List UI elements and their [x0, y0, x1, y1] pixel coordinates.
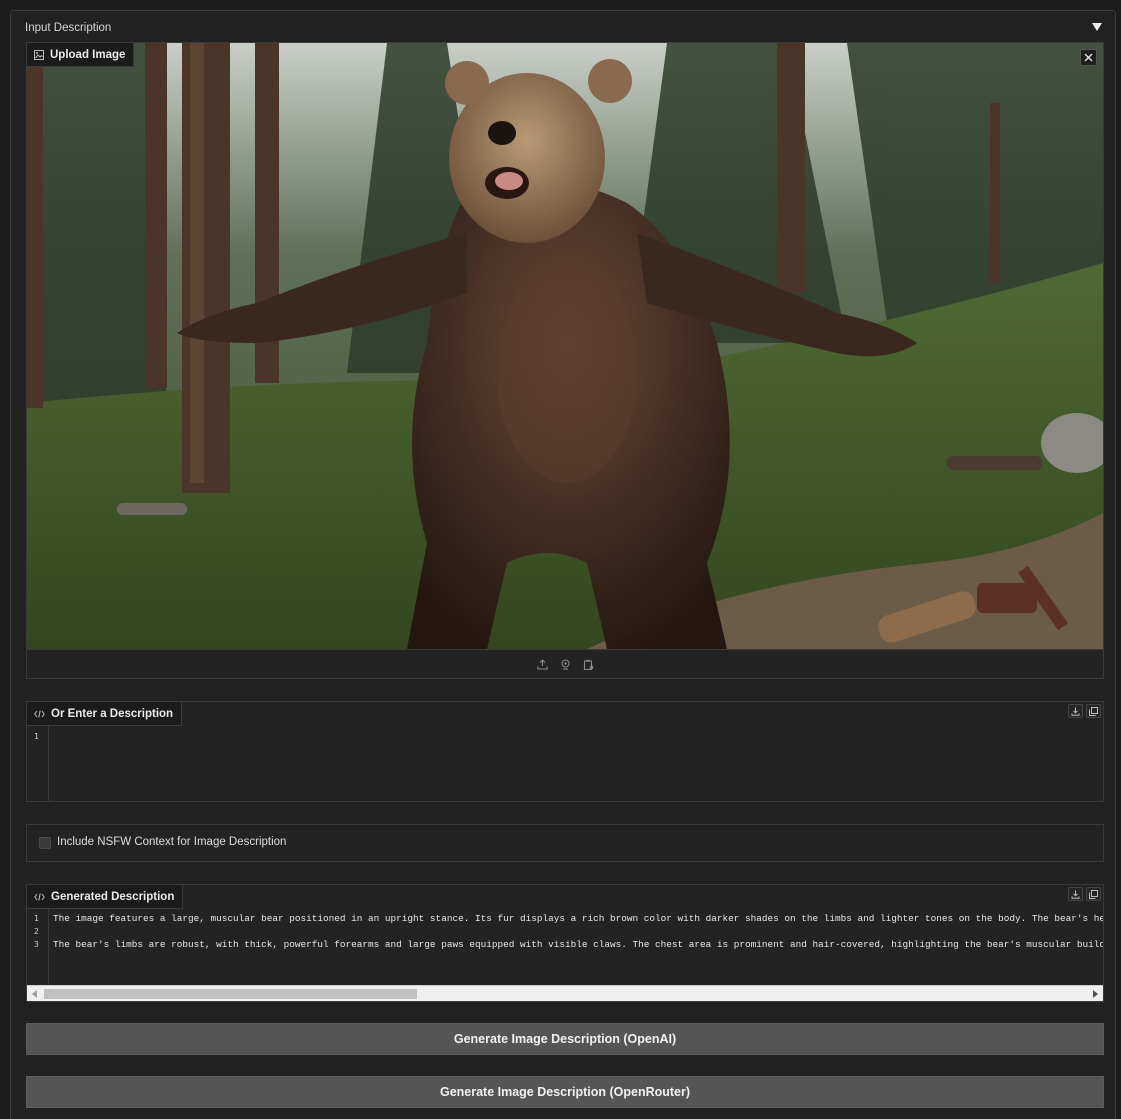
line-gutter: 1 2 3	[27, 909, 49, 985]
clipboard-icon[interactable]	[582, 658, 595, 671]
copy-icon[interactable]	[1086, 704, 1101, 718]
generate-openai-button[interactable]: Generate Image Description (OpenAI)	[26, 1023, 1104, 1055]
image-upload[interactable]: Upload Image	[26, 42, 1104, 679]
upload-image-label: Upload Image	[27, 43, 135, 67]
code-icon	[34, 892, 45, 901]
line-number: 1	[34, 914, 39, 923]
description-label: Or Enter a Description	[27, 702, 183, 726]
generated-line: The image features a large, muscular bea…	[53, 913, 1103, 924]
image-icon	[34, 49, 44, 60]
nsfw-checkbox-row[interactable]: Include NSFW Context for Image Descripti…	[26, 824, 1104, 862]
horizontal-scrollbar[interactable]	[27, 985, 1103, 1001]
description-label-text: Or Enter a Description	[51, 707, 174, 720]
upload-icon[interactable]	[536, 658, 549, 671]
scrollbar-thumb[interactable]	[44, 989, 417, 999]
copy-icon[interactable]	[1086, 887, 1101, 901]
webcam-icon[interactable]	[559, 658, 572, 671]
code-icon	[34, 709, 45, 718]
line-number: 1	[34, 732, 39, 741]
image-source-toolbar	[27, 649, 1103, 678]
accordion-title[interactable]: Input Description	[25, 22, 111, 34]
description-code-editor[interactable]: 1 Or Enter a Description	[26, 701, 1104, 802]
scroll-right-arrow-icon[interactable]	[1093, 990, 1098, 998]
uploaded-image	[27, 43, 1103, 649]
upload-image-label-text: Upload Image	[50, 48, 126, 61]
generate-openrouter-button[interactable]: Generate Image Description (OpenRouter)	[26, 1076, 1104, 1108]
generated-description-label-text: Generated Description	[51, 890, 175, 903]
description-text-area[interactable]	[50, 726, 1103, 801]
line-number: 3	[34, 940, 39, 949]
line-number: 2	[34, 927, 39, 936]
description-actions	[1068, 704, 1101, 718]
line-gutter: 1	[27, 726, 49, 801]
input-description-accordion: Input Description Upload Image 1 Or Ente…	[10, 10, 1116, 1119]
nsfw-checkbox[interactable]	[39, 837, 51, 849]
generated-description-label: Generated Description	[27, 885, 184, 909]
download-icon[interactable]	[1068, 704, 1083, 718]
nsfw-checkbox-label[interactable]: Include NSFW Context for Image Descripti…	[57, 836, 286, 848]
close-icon[interactable]	[1080, 49, 1097, 66]
generated-description-editor[interactable]: 1 2 3 The image features a large, muscul…	[26, 884, 1104, 1002]
generated-actions	[1068, 887, 1101, 901]
generated-line: The bear's limbs are robust, with thick,…	[53, 939, 1103, 950]
download-icon[interactable]	[1068, 887, 1083, 901]
triangle-down-icon[interactable]	[1091, 22, 1103, 32]
scroll-left-arrow-icon[interactable]	[32, 990, 37, 998]
generated-text-area[interactable]: The image features a large, muscular bea…	[50, 909, 1103, 985]
